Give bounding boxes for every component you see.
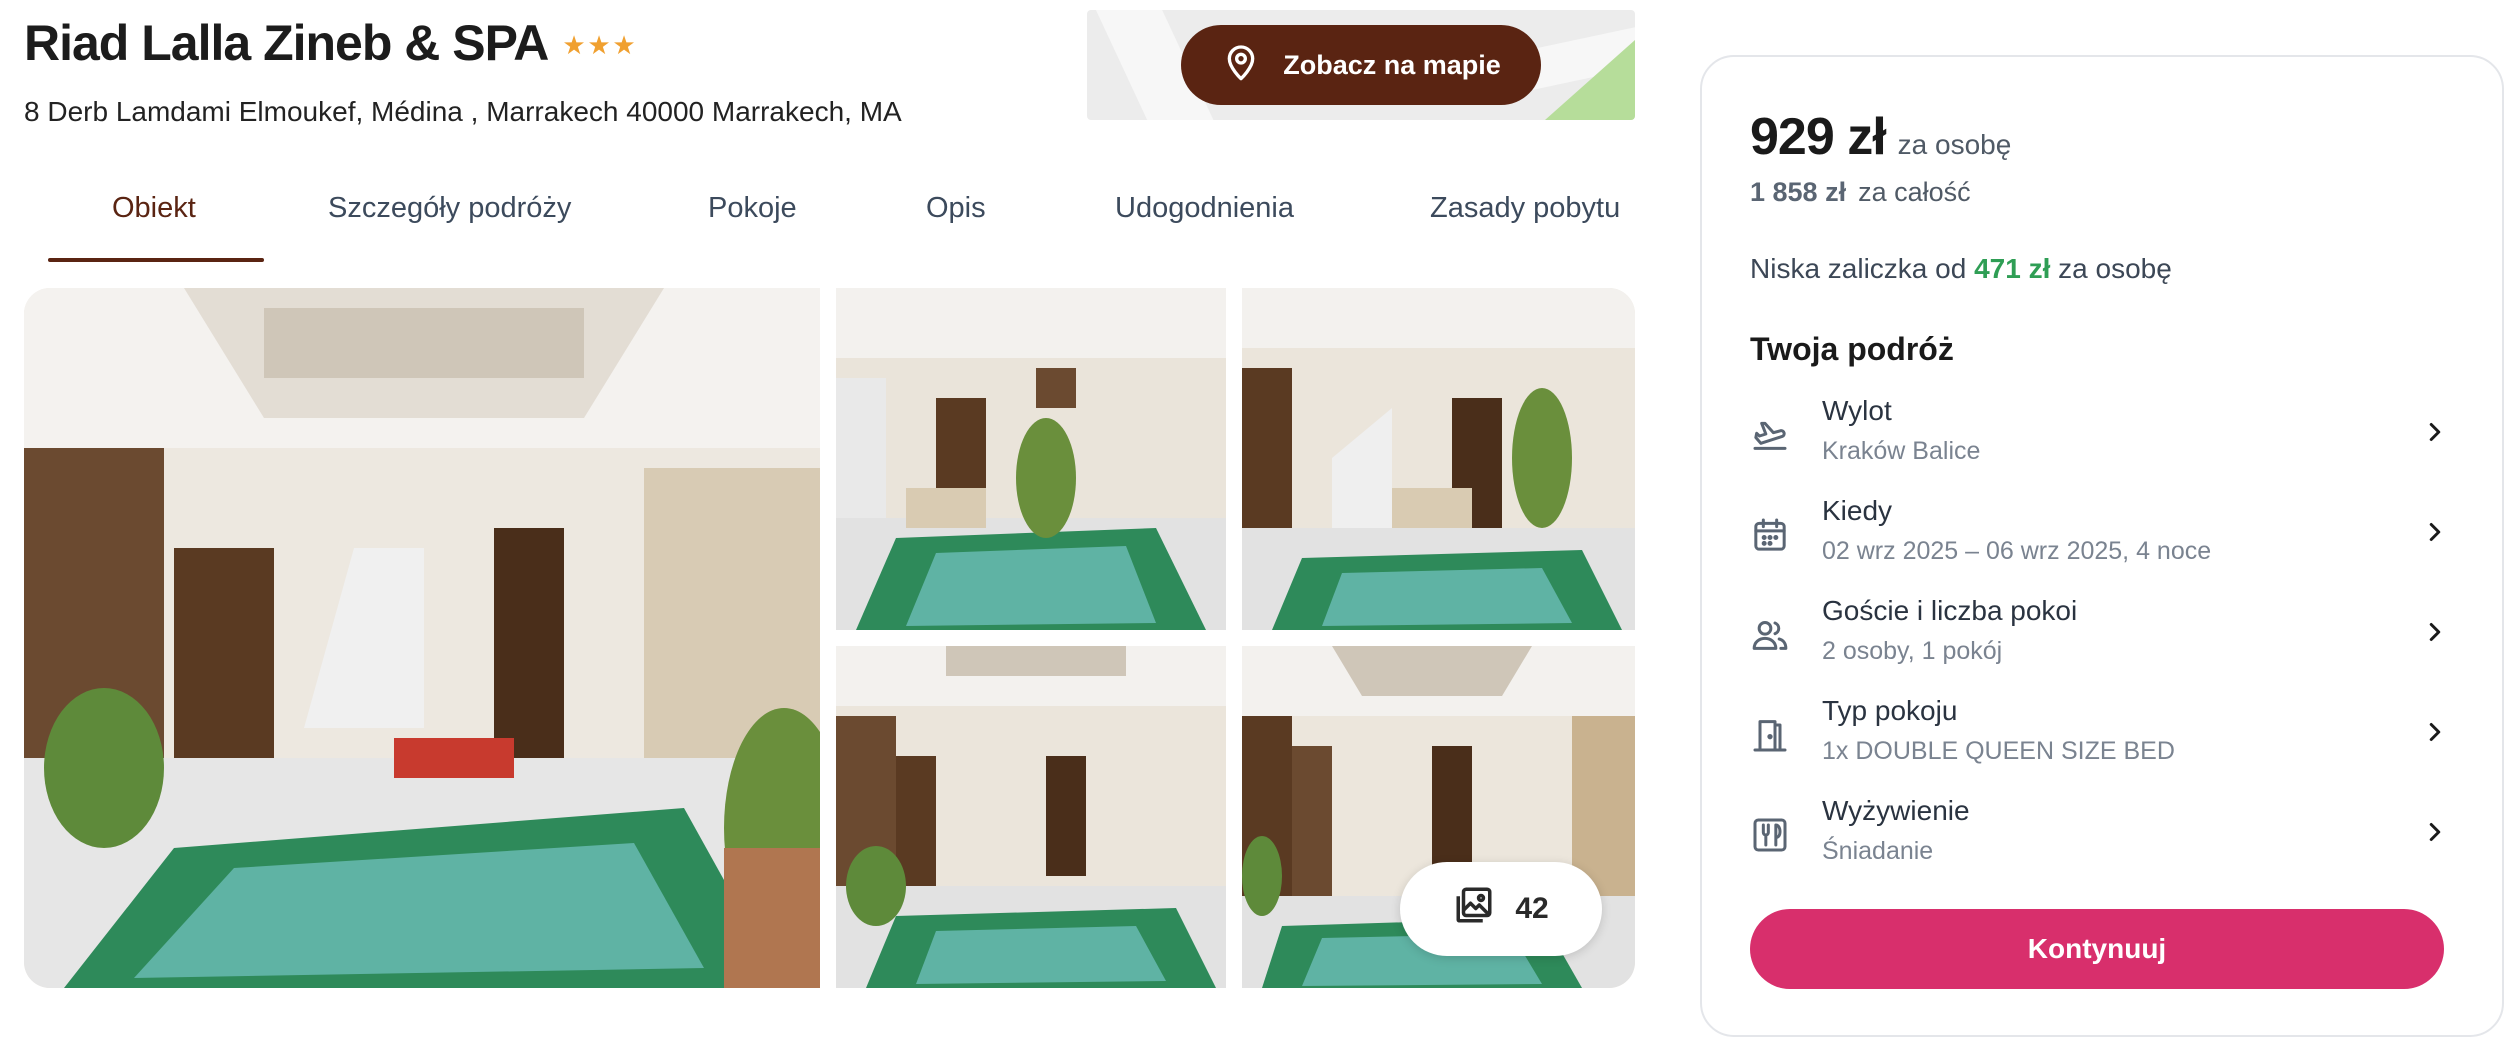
total-amount: 1 858 zł — [1750, 177, 1847, 207]
star-icon: ★ — [562, 30, 586, 60]
booking-card: 929 zł za osobę 1 858 zł za całość Niska… — [1700, 55, 2504, 1037]
photo-gallery — [24, 288, 1635, 988]
trip-item-label: Wylot — [1822, 395, 1892, 426]
gallery-photo-3[interactable] — [1242, 288, 1635, 630]
price-unit: za osobę — [1897, 129, 2012, 160]
chevron-right-icon — [2429, 823, 2441, 841]
cutlery-icon — [1750, 815, 1790, 855]
tab-obiekt[interactable]: Obiekt — [112, 192, 196, 225]
deposit-amount: 471 zł — [1974, 253, 2051, 284]
image-gallery-icon — [1453, 884, 1495, 934]
price-per-person: 929 zł za osobę — [1750, 107, 2011, 167]
deposit-suffix: za osobę — [2058, 253, 2172, 284]
photo-count-button[interactable]: 42 — [1400, 862, 1602, 956]
users-icon — [1750, 615, 1790, 655]
hotel-address: 8 Derb Lamdami Elmoukef, Médina , Marrak… — [24, 96, 902, 127]
tab-opis[interactable]: Opis — [926, 192, 986, 225]
gallery-photo-2[interactable] — [836, 288, 1226, 630]
map-pin-icon — [1221, 42, 1261, 89]
calendar-icon — [1750, 515, 1790, 555]
photo-count-value: 42 — [1515, 892, 1549, 925]
deposit-info: Niska zaliczka od 471 zł za osobę — [1750, 253, 2172, 285]
trip-item-value: 2 osoby, 1 pokój — [1822, 637, 2003, 665]
hotel-header: Riad Lalla Zineb & SPA ★ ★ ★ — [24, 14, 636, 72]
tab-pokoje[interactable]: Pokoje — [708, 192, 797, 225]
gallery-photo-main[interactable] — [24, 288, 820, 988]
deposit-prefix: Niska zaliczka od — [1750, 253, 1967, 284]
trip-item-label: Goście i liczba pokoi — [1822, 595, 2078, 626]
total-label: za całość — [1858, 177, 1971, 207]
continue-button[interactable]: Kontynuuj — [1750, 909, 2444, 989]
chevron-right-icon — [2429, 523, 2441, 541]
trip-item-value: 02 wrz 2025 – 06 wrz 2025, 4 noce — [1822, 537, 2212, 565]
star-rating: ★ ★ ★ — [562, 30, 636, 60]
trip-item-dates[interactable]: Kiedy 02 wrz 2025 – 06 wrz 2025, 4 noce — [1750, 495, 2450, 585]
tab-udogodnienia[interactable]: Udogodnienia — [1115, 192, 1294, 225]
trip-item-value: Kraków Balice — [1822, 437, 1981, 465]
price-amount: 929 zł — [1750, 108, 1887, 166]
star-icon: ★ — [587, 30, 611, 60]
trip-item-room-type[interactable]: Typ pokoju 1x DOUBLE QUEEN SIZE BED — [1750, 695, 2450, 785]
price-total: 1 858 zł za całość — [1750, 177, 1971, 208]
star-icon: ★ — [612, 30, 636, 60]
trip-item-label: Wyżywienie — [1822, 795, 1970, 826]
trip-item-guests[interactable]: Goście i liczba pokoi 2 osoby, 1 pokój — [1750, 595, 2450, 685]
show-on-map-button[interactable]: Zobacz na mapie — [1181, 25, 1541, 105]
trip-item-value: Śniadanie — [1822, 837, 1934, 865]
trip-item-value: 1x DOUBLE QUEEN SIZE BED — [1822, 737, 2175, 765]
trip-item-meals[interactable]: Wyżywienie Śniadanie — [1750, 795, 2450, 885]
trip-item-label: Typ pokoju — [1822, 695, 1958, 726]
tab-zasady-pobytu[interactable]: Zasady pobytu — [1430, 192, 1620, 225]
door-icon — [1750, 715, 1790, 755]
trip-item-label: Kiedy — [1822, 495, 1893, 526]
chevron-right-icon — [2429, 723, 2441, 741]
show-on-map-label: Zobacz na mapie — [1283, 49, 1501, 80]
section-tabs: Obiekt Szczegóły podróży Pokoje Opis Udo… — [24, 172, 1635, 264]
hotel-name: Riad Lalla Zineb & SPA — [24, 15, 549, 71]
gallery-photo-4[interactable] — [836, 646, 1226, 988]
active-tab-indicator — [48, 258, 264, 262]
trip-item-departure[interactable]: Wylot Kraków Balice — [1750, 395, 2450, 485]
chevron-right-icon — [2429, 423, 2441, 441]
tab-szczegoly-podrozy[interactable]: Szczegóły podróży — [328, 192, 571, 225]
chevron-right-icon — [2429, 623, 2441, 641]
trip-title: Twoja podróż — [1750, 331, 1954, 367]
plane-takeoff-icon — [1750, 415, 1790, 455]
